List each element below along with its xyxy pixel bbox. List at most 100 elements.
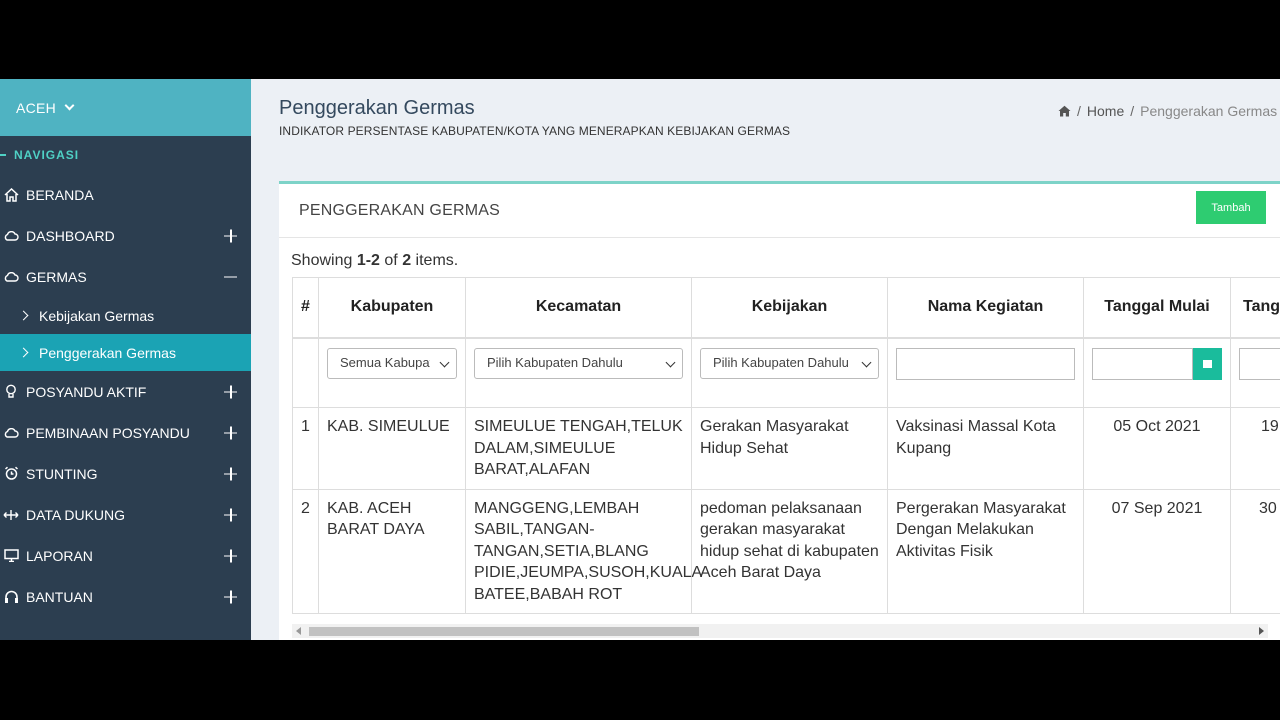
filter-row: Semua Kabupaten Pilih Kabupaten Dahulu [292, 337, 1280, 408]
sidebar-item-stunting[interactable]: STUNTING [0, 453, 251, 494]
cell-kebijakan: Gerakan Masyarakat Hidup Sehat [691, 407, 888, 490]
plus-icon[interactable] [224, 229, 237, 242]
sidebar-item-bantuan[interactable]: BANTUAN [0, 576, 251, 617]
chevron-right-icon [18, 310, 29, 321]
sidebar-item-pembinaan-posyandu[interactable]: PEMBINAAN POSYANDU [0, 412, 251, 453]
column-header-kecamatan[interactable]: Kecamatan [465, 277, 692, 339]
chevron-down-icon [64, 100, 75, 111]
summary-prefix: Showing [291, 252, 357, 269]
sidebar-item-label: POSYANDU AKTIF [26, 383, 147, 400]
scroll-right-icon[interactable] [1259, 627, 1264, 635]
cloud-icon [2, 269, 20, 285]
home-icon [2, 187, 20, 203]
cloud-icon [2, 228, 20, 244]
sidebar-item-label: GERMAS [26, 268, 87, 285]
page-title: Penggerakan Germas [279, 97, 475, 119]
sidebar-item-laporan[interactable]: LAPORAN [0, 535, 251, 576]
home-icon[interactable] [1058, 105, 1071, 117]
filter-cell [887, 337, 1084, 408]
column-header-tanggal-selesai[interactable]: Tanggal Selesai [1230, 277, 1280, 339]
cell-kabupaten: KAB. SIMEULUE [318, 407, 466, 490]
data-box: PENGGERAKAN GERMAS Tambah Showing 1-2 of… [279, 181, 1280, 640]
column-header-number: # [292, 277, 319, 339]
cell-tanggal-selesai: 19 Oct 2021 [1230, 407, 1280, 490]
sidebar-subitem-kebijakan-germas[interactable]: Kebijakan Germas [0, 297, 251, 334]
summary-mid: of [379, 252, 403, 269]
add-button[interactable]: Tambah [1196, 191, 1266, 224]
select-value: Semua Kabupaten [340, 355, 430, 371]
horizontal-scrollbar[interactable] [292, 624, 1268, 638]
filter-cell: Pilih Kabupaten Dahulu [465, 337, 692, 408]
sidebar-item-beranda[interactable]: BERANDA [0, 174, 251, 215]
plus-icon[interactable] [224, 426, 237, 439]
sidebar-subitem-label: Kebijakan Germas [39, 307, 155, 324]
sidebar-item-posyandu-aktif[interactable]: POSYANDU AKTIF [0, 371, 251, 412]
sidebar-item-label: LAPORAN [26, 547, 93, 564]
kabupaten-filter-select[interactable]: Semua Kabupaten [327, 347, 457, 379]
page-subtitle: INDIKATOR PERSENTASE KABUPATEN/KOTA YANG… [279, 124, 791, 138]
arrows-icon [2, 507, 20, 523]
sidebar-subitem-label: Penggerakan Germas [39, 344, 176, 361]
sidebar-subitem-penggerakan-germas[interactable]: Penggerakan Germas [0, 334, 251, 371]
table-row[interactable]: 1 KAB. SIMEULUE SIMEULUE TENGAH,TELUK DA… [292, 407, 1280, 490]
tanggal-mulai-filter-input[interactable] [1092, 347, 1193, 380]
scroll-left-icon[interactable] [296, 627, 301, 635]
bulb-icon [2, 384, 20, 400]
box-title: PENGGERAKAN GERMAS [299, 202, 500, 219]
kebijakan-filter-select[interactable]: Pilih Kabupaten Dahulu [700, 347, 879, 379]
table-wrapper: # Kabupaten Kecamatan Kebijakan Nama Keg… [292, 277, 1280, 614]
calendar-button[interactable] [1193, 347, 1222, 380]
cell-nama-kegiatan: Pergerakan Masyarakat Dengan Melakukan A… [887, 488, 1084, 614]
sidebar-item-germas[interactable]: GERMAS [0, 256, 251, 297]
plus-icon[interactable] [224, 549, 237, 562]
plus-icon[interactable] [224, 467, 237, 480]
chevron-down-icon [861, 357, 872, 367]
cell-tanggal-selesai: 30 Sep 2021 [1230, 488, 1280, 614]
main-content: Penggerakan Germas INDIKATOR PERSENTASE … [251, 79, 1280, 640]
sidebar-item-label: DATA DUKUNG [26, 506, 126, 523]
brand-selector[interactable]: ACEH [0, 79, 251, 136]
filter-cell: Pilih Kabupaten Dahulu [691, 337, 888, 408]
tanggal-selesai-filter-input[interactable] [1239, 347, 1280, 380]
nav-header: NAVIGASI [0, 136, 251, 174]
minus-icon[interactable] [224, 270, 237, 283]
sidebar-item-dashboard[interactable]: DASHBOARD [0, 215, 251, 256]
cell-kabupaten: KAB. ACEH BARAT DAYA [318, 488, 466, 614]
breadcrumb-home-link[interactable]: Home [1087, 103, 1124, 119]
plus-icon[interactable] [224, 590, 237, 603]
breadcrumb: / Home / Penggerakan Germas [1058, 103, 1277, 119]
column-header-nama-kegiatan[interactable]: Nama Kegiatan [887, 277, 1084, 339]
chevron-right-icon [18, 347, 29, 358]
plus-icon[interactable] [224, 508, 237, 521]
table-row[interactable]: 2 KAB. ACEH BARAT DAYA MANGGENG,LEMBAH S… [292, 488, 1280, 614]
filter-cell-empty [292, 337, 319, 408]
breadcrumb-separator: / [1130, 103, 1135, 119]
filter-cell [1230, 337, 1280, 408]
select-value: Pilih Kabupaten Dahulu [487, 355, 623, 371]
column-header-tanggal-mulai[interactable]: Tanggal Mulai [1083, 277, 1231, 339]
cell-tanggal-mulai: 07 Sep 2021 [1083, 488, 1231, 614]
sidebar-item-label: DASHBOARD [26, 227, 115, 244]
tanggal-mulai-filter [1092, 347, 1222, 380]
filter-cell: Semua Kabupaten [318, 337, 466, 408]
nama-kegiatan-filter-input[interactable] [896, 347, 1075, 380]
kecamatan-filter-select[interactable]: Pilih Kabupaten Dahulu [474, 347, 683, 379]
filter-cell [1083, 337, 1231, 408]
sidebar: ACEH NAVIGASI BERANDA DASHBOARD GERMAS K… [0, 79, 251, 640]
plus-icon[interactable] [224, 385, 237, 398]
summary-total: 2 [402, 252, 412, 269]
brand-label: ACEH [16, 99, 57, 116]
headset-icon [2, 589, 20, 605]
cloud-icon [2, 425, 20, 441]
column-header-kabupaten[interactable]: Kabupaten [318, 277, 466, 339]
cell-tanggal-mulai: 05 Oct 2021 [1083, 407, 1231, 490]
summary-suffix: items. [411, 252, 459, 269]
scrollbar-thumb[interactable] [309, 627, 699, 636]
column-header-kebijakan[interactable]: Kebijakan [691, 277, 888, 339]
cell-kebijakan: pedoman pelaksanaan gerakan masyarakat h… [691, 488, 888, 614]
nav-header-label: NAVIGASI [14, 148, 80, 162]
breadcrumb-current: Penggerakan Germas [1140, 103, 1278, 119]
sidebar-item-data-dukung[interactable]: DATA DUKUNG [0, 494, 251, 535]
sidebar-item-label: BERANDA [26, 186, 94, 203]
dash-icon [0, 154, 6, 156]
